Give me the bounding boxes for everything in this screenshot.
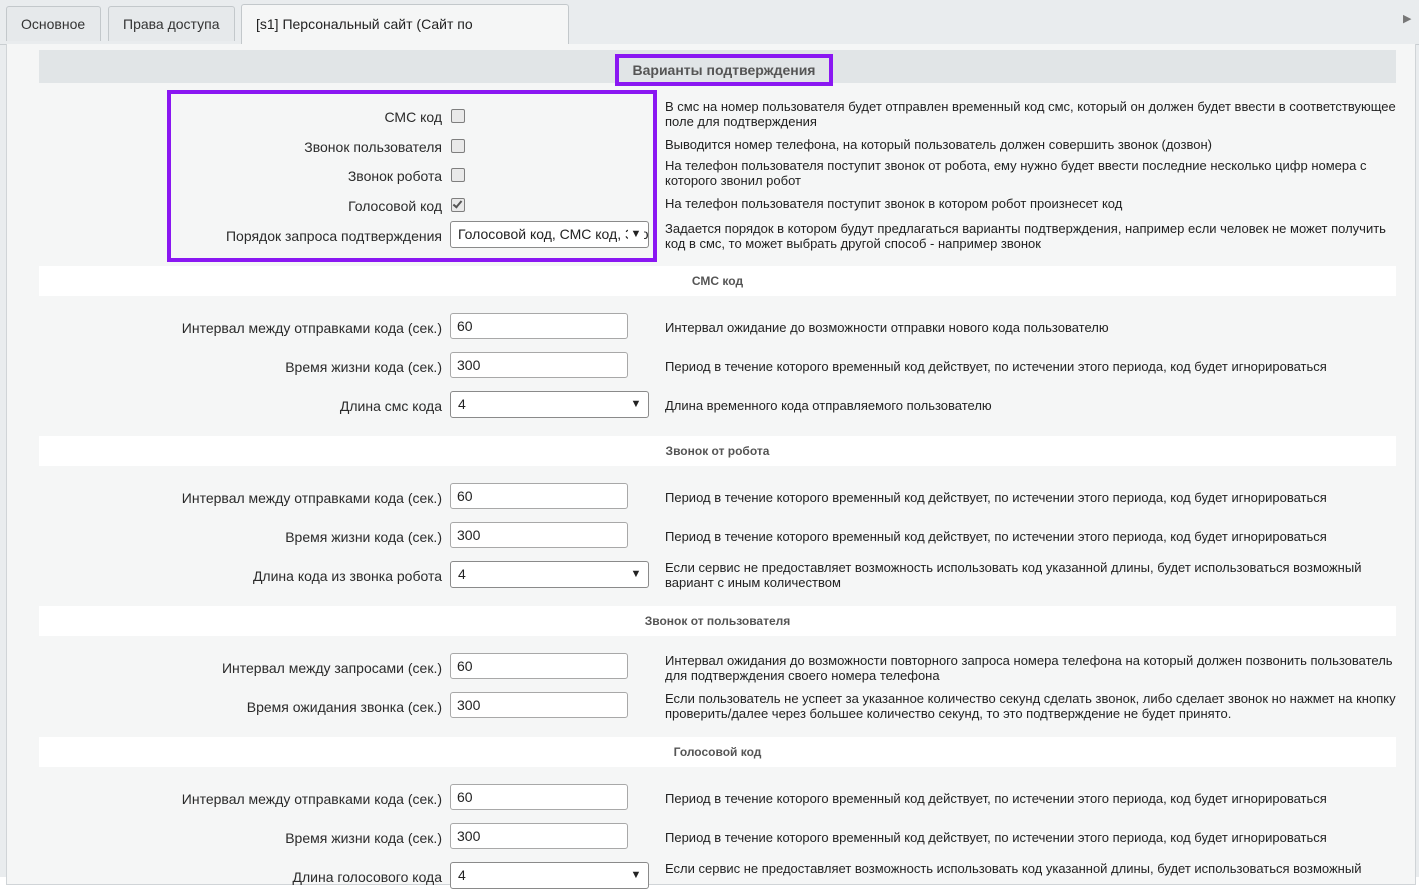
option-description: На телефон пользователя поступит звонок … (665, 158, 1367, 188)
chevron-down-icon: ▼ (628, 562, 644, 587)
user-call-checkbox[interactable] (451, 139, 465, 153)
option-row-voice-code: Голосовой код На телефон пользователя по… (39, 191, 1396, 221)
option-description: На телефон пользователя поступит звонок … (665, 196, 1123, 211)
option-row-order: Порядок запроса подтверждения Голосовой … (39, 221, 1396, 251)
user-call-interval-input[interactable]: 60 (450, 653, 628, 679)
option-label: Голосовой код (348, 198, 442, 214)
field-row: Время жизни кода (сек.) 300 Период в теч… (39, 823, 1396, 853)
field-description: Если сервис не предоставляет возможность… (665, 560, 1362, 590)
robot-interval-input[interactable]: 60 (450, 483, 628, 509)
sms-length-select[interactable]: 4 ▼ (450, 391, 649, 418)
field-row: Интервал между отправками кода (сек.) 60… (39, 784, 1396, 814)
field-row: Время жизни кода (сек.) 300 Период в теч… (39, 352, 1396, 382)
sms-interval-input[interactable]: 60 (450, 313, 628, 339)
robot-length-select[interactable]: 4 ▼ (450, 561, 649, 588)
option-label: СМС код (384, 109, 442, 125)
option-description: Задается порядок в котором будут предлаг… (665, 221, 1386, 251)
field-label: Время жизни кода (сек.) (285, 359, 442, 375)
option-row-sms: СМС код В смс на номер пользователя буде… (39, 99, 1396, 132)
option-row-robot-call: Звонок робота На телефон пользователя по… (39, 158, 1396, 191)
select-value: 4 (458, 867, 466, 883)
chevron-down-icon: ▼ (628, 222, 644, 247)
field-label: Интервал между отправками кода (сек.) (181, 791, 442, 807)
select-value: 4 (458, 396, 466, 412)
field-description: Длина временного кода отправляемого поль… (665, 398, 992, 413)
field-description: Период в течение которого временный код … (665, 791, 1327, 806)
field-row: Время ожидания звонка (сек.) 300 Если по… (39, 691, 1396, 722)
field-label: Интервал между отправками кода (сек.) (181, 490, 442, 506)
field-label: Время ожидания звонка (сек.) (246, 699, 442, 715)
field-label: Длина кода из звонка робота (252, 568, 442, 584)
option-label: Звонок пользователя (304, 139, 442, 155)
field-description: Если пользователь не успеет за указанное… (665, 691, 1396, 721)
field-row: Длина смс кода 4 ▼ Длина временного кода … (39, 391, 1396, 421)
field-description: Период в течение которого временный код … (665, 490, 1327, 505)
section-title-voice-code: Голосовой код (39, 737, 1396, 767)
field-description: Период в течение которого временный код … (665, 359, 1327, 374)
option-description: Выводится номер телефона, на который пол… (665, 137, 1212, 152)
field-description: Если сервис не предоставляет возможность… (665, 861, 1362, 876)
tab-bar: Основное Права доступа [s1] Персональный… (0, 0, 1419, 71)
section-title-confirmation-options: Варианты подтверждения (615, 54, 833, 86)
chevron-down-icon: ▼ (628, 863, 644, 888)
collapse-icon[interactable]: ▶ (1403, 12, 1413, 26)
user-call-wait-input[interactable]: 300 (450, 692, 628, 718)
tab-access-rights[interactable]: Права доступа (108, 6, 235, 41)
field-description: Период в течение которого временный код … (665, 529, 1327, 544)
voice-interval-input[interactable]: 60 (450, 784, 628, 810)
option-label: Звонок робота (347, 168, 442, 184)
field-description: Интервал ожидание до возможности отправк… (665, 320, 1109, 335)
section-title-robot-call: Звонок от робота (39, 436, 1396, 466)
chevron-down-icon: ▼ (628, 392, 644, 417)
field-row: Длина кода из звонка робота 4 ▼ Если серв… (39, 560, 1396, 591)
field-label: Время жизни кода (сек.) (285, 529, 442, 545)
confirmation-order-select[interactable]: Голосовой код, СМС код, Звонок робота▼ (450, 221, 649, 248)
field-row: Длина голосового кода 4 ▼ Если сервис не … (39, 861, 1396, 892)
field-label: Длина голосового кода (292, 869, 442, 885)
robot-call-checkbox[interactable] (451, 168, 465, 182)
section-title-user-call: Звонок от пользователя (39, 606, 1396, 636)
field-label: Длина смс кода (339, 398, 442, 414)
select-value: 4 (458, 566, 466, 582)
voice-length-select[interactable]: 4 ▼ (450, 862, 649, 889)
option-description: В смс на номер пользователя будет отправ… (665, 99, 1396, 129)
section-title-sms: СМС код (39, 266, 1396, 296)
settings-window: Основное Права доступа [s1] Персональный… (0, 0, 1419, 889)
field-row: Интервал между отправками кода (сек.) 60… (39, 313, 1396, 343)
sms-lifetime-input[interactable]: 300 (450, 352, 628, 378)
field-row: Интервал между отправками кода (сек.) 60… (39, 483, 1396, 513)
sms-code-checkbox[interactable] (451, 109, 465, 123)
field-row: Время жизни кода (сек.) 300 Период в теч… (39, 522, 1396, 552)
field-description: Период в течение которого временный код … (665, 830, 1327, 845)
field-label: Интервал между отправками кода (сек.) (181, 320, 442, 336)
field-label: Интервал между запросами (сек.) (221, 660, 442, 676)
field-label: Время жизни кода (сек.) (285, 830, 442, 846)
select-value: Голосовой код, СМС код, Звонок робота (458, 226, 648, 242)
field-description: Интервал ожидания до возможности повторн… (665, 653, 1393, 683)
voice-code-checkbox[interactable] (451, 198, 465, 212)
settings-panel: Варианты подтверждения СМС код В смс на … (6, 44, 1416, 889)
option-label: Порядок запроса подтверждения (225, 228, 442, 244)
tab-main[interactable]: Основное (6, 6, 101, 41)
tab-site-s1[interactable]: [s1] Персональный сайт (Сайт по умолчани… (241, 4, 569, 71)
voice-lifetime-input[interactable]: 300 (450, 823, 628, 849)
field-row: Интервал между запросами (сек.) 60 Интер… (39, 653, 1396, 683)
robot-lifetime-input[interactable]: 300 (450, 522, 628, 548)
